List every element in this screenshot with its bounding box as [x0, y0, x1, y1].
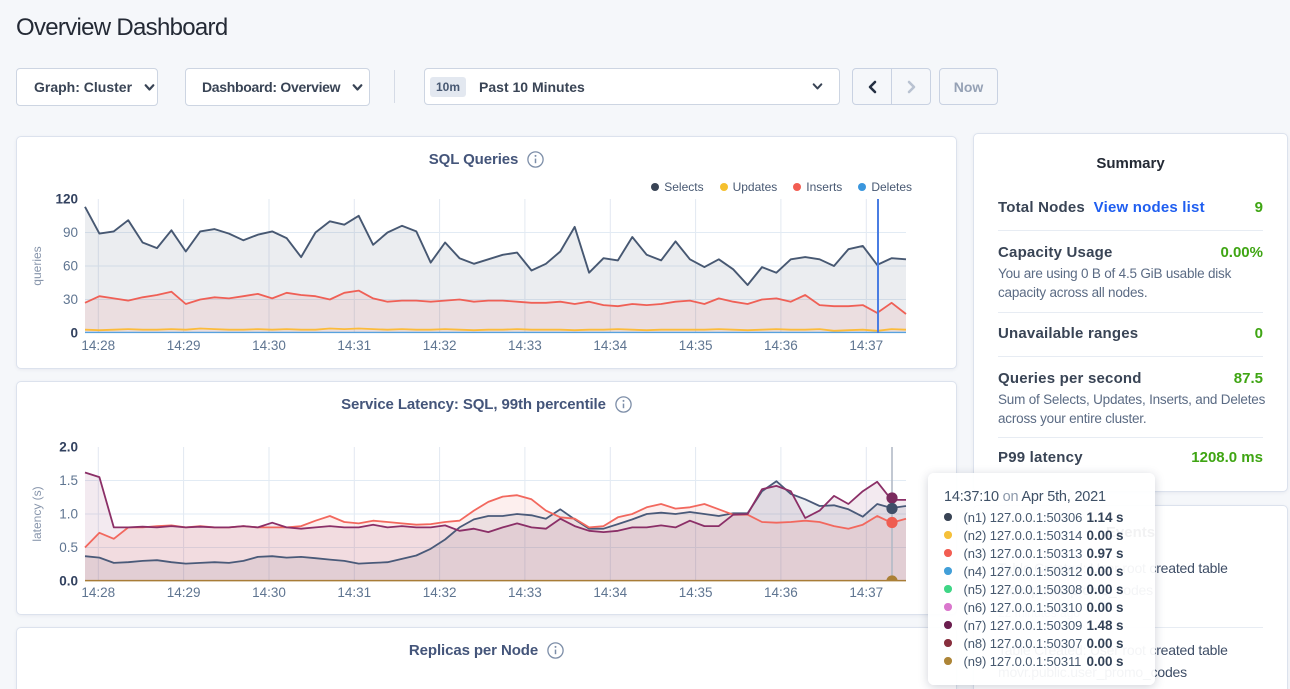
- svg-text:14:31: 14:31: [337, 338, 371, 353]
- svg-text:14:32: 14:32: [423, 338, 457, 353]
- svg-text:0.5: 0.5: [59, 540, 78, 555]
- svg-text:60: 60: [63, 259, 78, 274]
- svg-text:14:36: 14:36: [764, 338, 798, 353]
- svg-text:14:37: 14:37: [849, 338, 883, 353]
- svg-text:1.0: 1.0: [59, 507, 78, 522]
- svg-text:latency (s): latency (s): [30, 486, 44, 541]
- svg-text:2.0: 2.0: [59, 440, 78, 455]
- svg-text:14:28: 14:28: [81, 585, 115, 600]
- svg-text:0: 0: [70, 326, 78, 341]
- svg-text:queries: queries: [30, 246, 44, 285]
- svg-text:14:35: 14:35: [679, 585, 713, 600]
- svg-text:14:34: 14:34: [593, 338, 627, 353]
- svg-text:30: 30: [63, 292, 78, 307]
- svg-text:14:37: 14:37: [849, 585, 883, 600]
- svg-text:14:32: 14:32: [423, 585, 457, 600]
- svg-text:1.5: 1.5: [59, 473, 78, 488]
- svg-text:14:29: 14:29: [167, 338, 201, 353]
- svg-text:14:28: 14:28: [81, 338, 115, 353]
- svg-text:14:30: 14:30: [252, 585, 286, 600]
- svg-text:14:33: 14:33: [508, 585, 542, 600]
- svg-text:120: 120: [55, 192, 78, 207]
- svg-text:14:35: 14:35: [679, 338, 713, 353]
- svg-text:90: 90: [63, 225, 78, 240]
- svg-text:14:34: 14:34: [593, 585, 627, 600]
- svg-text:14:31: 14:31: [337, 585, 371, 600]
- svg-text:14:29: 14:29: [167, 585, 201, 600]
- svg-text:14:33: 14:33: [508, 338, 542, 353]
- svg-text:0.0: 0.0: [59, 574, 78, 589]
- svg-text:14:36: 14:36: [764, 585, 798, 600]
- svg-text:14:30: 14:30: [252, 338, 286, 353]
